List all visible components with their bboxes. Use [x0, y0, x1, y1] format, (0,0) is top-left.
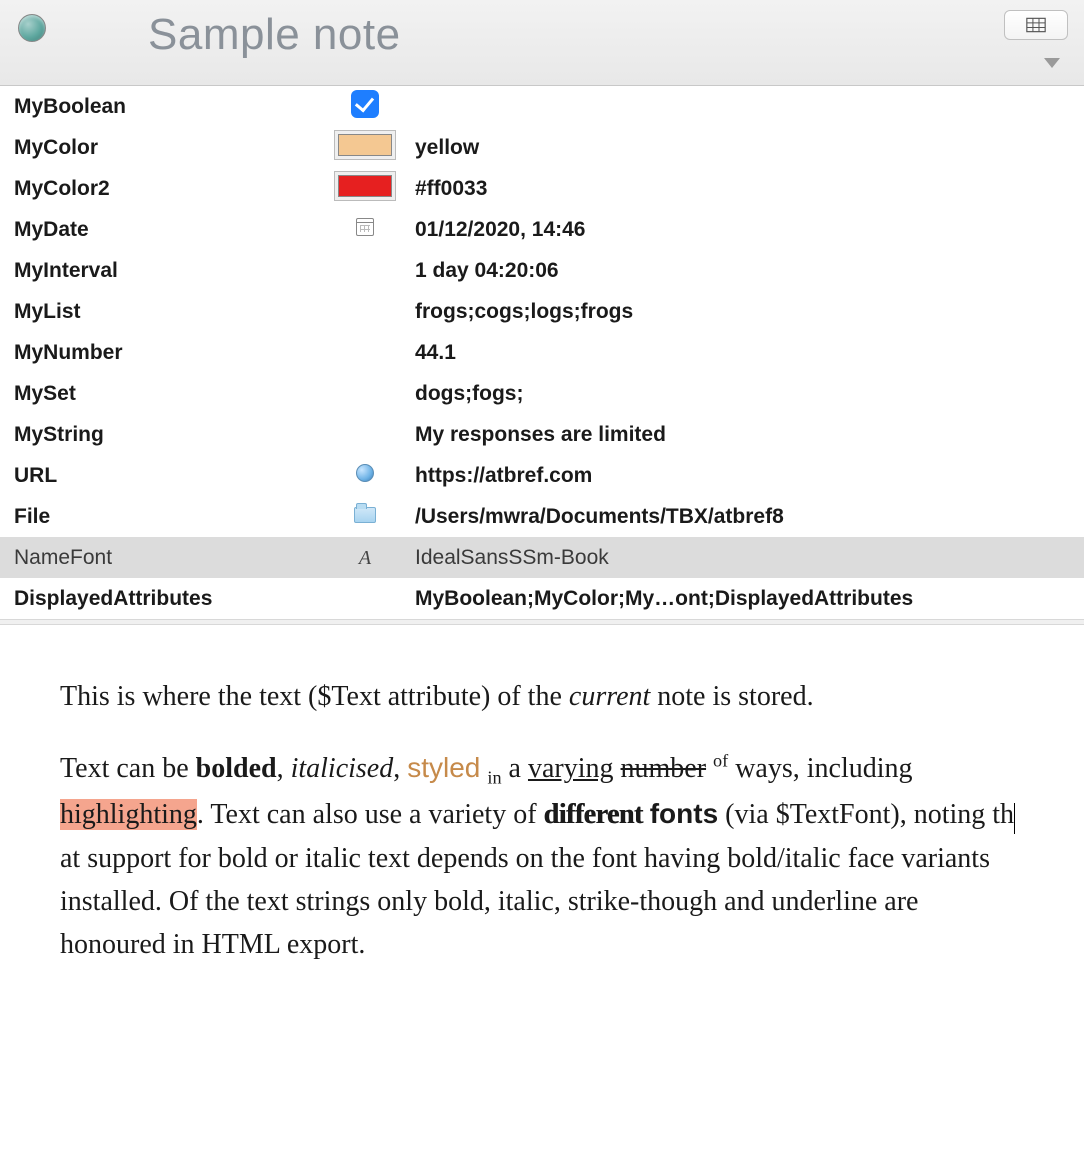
attribute-value[interactable]: IdealSansSSm-Book: [395, 537, 1084, 578]
attribute-type-icon-cell: [335, 168, 395, 209]
attribute-type-icon-cell: [335, 86, 395, 127]
text-pane[interactable]: This is where the text ($Text attribute)…: [0, 625, 1084, 1025]
text-run: This is where the text ($Text attribute)…: [60, 681, 569, 712]
attribute-row[interactable]: MySet dogs;fogs;: [0, 373, 1084, 414]
attribute-row[interactable]: DisplayedAttributes MyBoolean;MyColor;My……: [0, 578, 1084, 619]
attribute-type-icon-cell: [335, 127, 395, 168]
attribute-name[interactable]: MyString: [0, 414, 335, 455]
attribute-row[interactable]: MyList frogs;cogs;logs;frogs: [0, 291, 1084, 332]
checkbox-icon[interactable]: [351, 90, 379, 118]
text-run: ,: [277, 753, 291, 784]
note-color-bullet[interactable]: [18, 14, 46, 42]
text-run: at support for bold or italic text depen…: [60, 843, 990, 961]
attribute-name[interactable]: MyDate: [0, 209, 335, 250]
text-paragraph[interactable]: This is where the text ($Text attribute)…: [60, 675, 1024, 718]
text-run-altfont: different: [544, 799, 643, 830]
attribute-row[interactable]: MyColor yellow: [0, 127, 1084, 168]
text-run-superscript: of: [713, 751, 728, 771]
calendar-icon[interactable]: [356, 218, 374, 236]
attribute-name[interactable]: MyColor2: [0, 168, 335, 209]
note-header: Sample note: [0, 0, 1084, 86]
text-run: Text can be: [60, 753, 196, 784]
globe-icon[interactable]: [356, 464, 374, 482]
text-run-underline: varying: [528, 753, 614, 784]
text-run-italic: current: [569, 681, 650, 712]
folder-icon[interactable]: [354, 507, 376, 523]
disclosure-chevron-down-icon[interactable]: [1042, 56, 1062, 75]
attribute-row[interactable]: NameFont A IdealSansSSm-Book: [0, 537, 1084, 578]
text-run: . Text can also use a variety of: [197, 799, 544, 830]
attribute-row[interactable]: MyBoolean: [0, 86, 1084, 127]
text-run-subscript: in: [487, 768, 501, 788]
attribute-value[interactable]: 01/12/2020, 14:46: [395, 209, 1084, 250]
table-icon: [1026, 17, 1046, 33]
text-cursor: [1014, 803, 1015, 834]
attribute-value[interactable]: 1 day 04:20:06: [395, 250, 1084, 291]
text-run-italic: italicised: [291, 753, 394, 784]
attribute-type-icon-cell: [335, 578, 395, 619]
attribute-row[interactable]: File/Users/mwra/Documents/TBX/atbref8: [0, 496, 1084, 537]
attribute-name[interactable]: MyBoolean: [0, 86, 335, 127]
attribute-name[interactable]: URL: [0, 455, 335, 496]
text-run: [614, 753, 621, 784]
text-paragraph[interactable]: Text can be bolded, italicised, styled i…: [60, 746, 1024, 966]
text-run: ways, including: [728, 753, 912, 784]
text-run-highlight: highlighting: [60, 799, 197, 830]
attribute-row[interactable]: MyDate 01/12/2020, 14:46: [0, 209, 1084, 250]
attribute-type-icon-cell: [335, 250, 395, 291]
attribute-name[interactable]: MySet: [0, 373, 335, 414]
attribute-type-icon-cell: [335, 209, 395, 250]
attribute-type-icon-cell: [335, 373, 395, 414]
text-run: a: [502, 753, 528, 784]
attribute-value[interactable]: https://atbref.com: [395, 455, 1084, 496]
attributes-table: MyBooleanMyColoryellowMyColor2#ff0033MyD…: [0, 86, 1084, 619]
attribute-value[interactable]: 44.1: [395, 332, 1084, 373]
color-swatch[interactable]: [338, 134, 392, 156]
note-title[interactable]: Sample note: [148, 10, 401, 60]
attribute-type-icon-cell: [335, 455, 395, 496]
attribute-name[interactable]: MyList: [0, 291, 335, 332]
table-view-button[interactable]: [1004, 10, 1068, 40]
attribute-type-icon-cell: [335, 332, 395, 373]
text-run-strikethrough: number: [621, 753, 707, 784]
text-run: [706, 753, 713, 784]
attribute-type-icon-cell: [335, 291, 395, 332]
attribute-value[interactable]: [395, 86, 1084, 127]
attribute-name[interactable]: File: [0, 496, 335, 537]
font-icon: A: [359, 547, 371, 569]
attribute-value[interactable]: #ff0033: [395, 168, 1084, 209]
text-run-styled: styled: [407, 752, 480, 783]
attribute-row[interactable]: MyString My responses are limited: [0, 414, 1084, 455]
text-run: (via $TextFont), noting th: [718, 799, 1014, 830]
attribute-type-icon-cell: [335, 414, 395, 455]
attribute-name[interactable]: MyNumber: [0, 332, 335, 373]
attribute-row[interactable]: MyColor2 #ff0033: [0, 168, 1084, 209]
attribute-name[interactable]: MyColor: [0, 127, 335, 168]
attribute-value[interactable]: dogs;fogs;: [395, 373, 1084, 414]
attribute-name[interactable]: MyInterval: [0, 250, 335, 291]
attribute-value[interactable]: frogs;cogs;logs;frogs: [395, 291, 1084, 332]
attribute-type-icon-cell: [335, 496, 395, 537]
attribute-value[interactable]: My responses are limited: [395, 414, 1084, 455]
text-run: [643, 799, 650, 830]
text-run: ,: [393, 753, 407, 784]
text-run-altfont: fonts: [650, 798, 718, 829]
attribute-row[interactable]: URL https://atbref.com: [0, 455, 1084, 496]
attribute-value[interactable]: MyBoolean;MyColor;My…ont;DisplayedAttrib…: [395, 578, 1084, 619]
attribute-value[interactable]: yellow: [395, 127, 1084, 168]
attribute-type-icon-cell: A: [335, 537, 395, 578]
attribute-name[interactable]: NameFont: [0, 537, 335, 578]
color-swatch[interactable]: [338, 175, 392, 197]
attribute-row[interactable]: MyInterval 1 day 04:20:06: [0, 250, 1084, 291]
attribute-name[interactable]: DisplayedAttributes: [0, 578, 335, 619]
text-run-bold: bolded: [196, 753, 277, 784]
attribute-value[interactable]: /Users/mwra/Documents/TBX/atbref8: [395, 496, 1084, 537]
text-run: note is stored.: [650, 681, 813, 712]
attribute-row[interactable]: MyNumber 44.1: [0, 332, 1084, 373]
